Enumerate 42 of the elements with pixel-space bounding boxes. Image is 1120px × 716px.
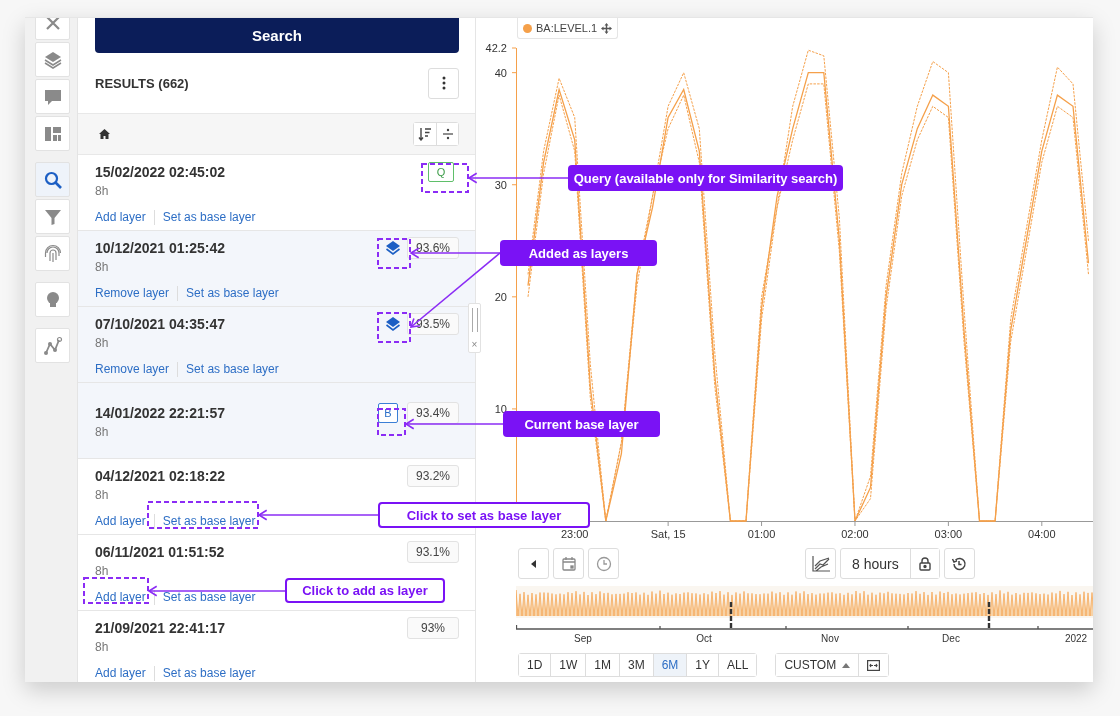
result-duration: 8h [95,258,110,275]
callout: Click to set as base layer [378,502,590,528]
result-duration: 8h [95,486,110,503]
result-date: 14/01/2022 22:21:57 [95,404,225,421]
similarity-score: 93.5% [406,312,459,335]
y-tick-label: 42.2 [485,42,507,54]
callout: Query (available only for Similarity search) [568,165,843,191]
timeline-label: Sep [574,633,592,644]
callout: Current base layer [503,411,660,437]
results-title: RESULTS (662) [95,75,189,91]
timeline-label: Oct [696,633,712,644]
callout: Click to add as layer [285,578,445,603]
x-tick-label: 01:00 [747,528,776,540]
result-duration: 8h [95,562,110,579]
similarity-score: 93.2% [406,464,459,487]
x-tick-label: 23:00 [560,528,589,540]
result-date: 10/12/2021 01:25:42 [95,239,225,256]
x-tick-label: 02:00 [841,528,869,540]
similarity-score: 93.4% [406,401,459,424]
callout: Added as layers [500,240,657,266]
result-date: 21/09/2021 22:41:17 [95,619,225,636]
result-date: 04/12/2021 02:18:22 [95,467,225,484]
result-date: 15/02/2022 02:45:02 [95,163,225,180]
query-badge: Q [428,161,454,182]
result-date: 06/11/2021 01:51:52 [95,543,225,560]
similarity-score: 93.1% [406,540,459,563]
timeline-label: Dec [942,633,960,644]
similarity-score: 93% [407,616,459,639]
result-date: 07/10/2021 04:35:47 [95,315,225,332]
timeline-label: 2022 [1064,633,1088,644]
y-tick-label: 30 [494,178,507,191]
result-duration: 8h [95,638,110,655]
y-tick-label: 40 [494,66,507,79]
result-duration: 8h [95,334,110,351]
result-duration: 8h [95,423,110,440]
x-tick-label: Sat, 15 [650,528,686,540]
x-tick-label: 04:00 [1028,528,1056,540]
y-tick-label: 20 [494,290,507,303]
x-tick-label: 03:00 [934,528,963,540]
result-duration: 8h [95,182,110,199]
series-name: BA:LEVEL.1 [536,22,598,34]
timeline-label: Nov [821,633,839,644]
